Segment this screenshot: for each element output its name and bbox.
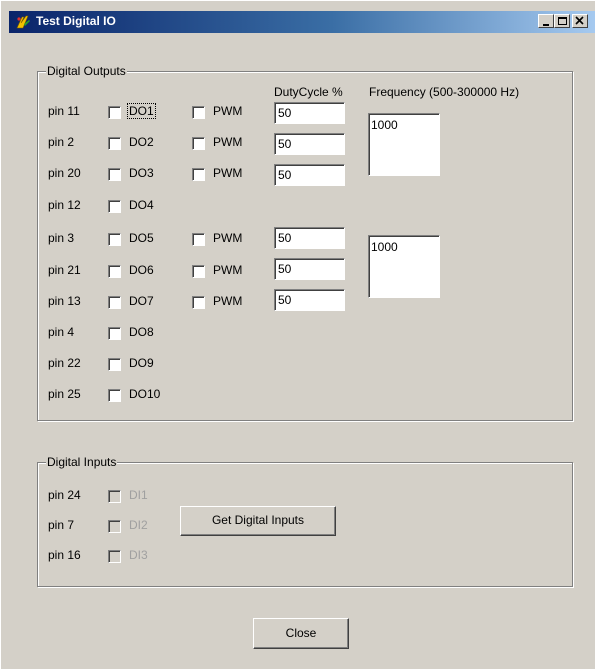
- pin-label: pin 16: [48, 548, 81, 562]
- duty-cycle-1-input[interactable]: 50: [274, 102, 345, 124]
- pwm2-label[interactable]: PWM: [213, 135, 242, 149]
- do3-label[interactable]: DO3: [129, 166, 154, 180]
- dialog-window: Test Digital IO Digital Outputs DutyCycl…: [0, 0, 595, 669]
- pin-label: pin 24: [48, 488, 81, 502]
- pwm6-label[interactable]: PWM: [213, 263, 242, 277]
- get-digital-inputs-button[interactable]: Get Digital Inputs: [180, 506, 336, 536]
- di3-label: DI3: [129, 548, 148, 562]
- pin-label: pin 13: [48, 294, 81, 308]
- maximize-button[interactable]: [554, 14, 570, 28]
- di1-checkbox[interactable]: [108, 490, 121, 503]
- do1-label[interactable]: DO1: [127, 103, 156, 119]
- do5-label[interactable]: DO5: [129, 231, 154, 245]
- di1-label: DI1: [129, 488, 148, 502]
- frequency-2-input[interactable]: 1000: [368, 235, 440, 298]
- frequency-1-input[interactable]: 1000: [368, 113, 440, 176]
- pwm6-checkbox[interactable]: [192, 265, 205, 278]
- digital-outputs-legend: Digital Outputs: [46, 64, 127, 78]
- do4-checkbox[interactable]: [108, 200, 121, 213]
- pwm3-checkbox[interactable]: [192, 168, 205, 181]
- title-bar[interactable]: Test Digital IO: [9, 11, 595, 33]
- pwm7-label[interactable]: PWM: [213, 294, 242, 308]
- pwm1-checkbox[interactable]: [192, 106, 205, 119]
- pin-label: pin 2: [48, 135, 75, 149]
- pin-label: pin 12: [48, 198, 81, 212]
- di3-checkbox[interactable]: [108, 550, 121, 563]
- pin-label: pin 7: [48, 518, 75, 532]
- do9-checkbox[interactable]: [108, 358, 121, 371]
- pin-label: pin 3: [48, 231, 75, 245]
- minimize-button[interactable]: [538, 14, 554, 28]
- digital-inputs-legend: Digital Inputs: [46, 455, 118, 469]
- pin-label: pin 4: [48, 325, 75, 339]
- do2-checkbox[interactable]: [108, 137, 121, 150]
- do6-checkbox[interactable]: [108, 265, 121, 278]
- close-icon: [575, 16, 584, 25]
- pin-label: pin 20: [48, 166, 81, 180]
- do1-checkbox[interactable]: [108, 106, 121, 119]
- frequency-header: Frequency (500-300000 Hz): [369, 85, 520, 99]
- do10-checkbox[interactable]: [108, 389, 121, 402]
- pin-label: pin 21: [48, 263, 81, 277]
- close-button[interactable]: Close: [253, 618, 349, 649]
- duty-cycle-header: DutyCycle %: [274, 85, 343, 99]
- pwm5-checkbox[interactable]: [192, 233, 205, 246]
- do8-label[interactable]: DO8: [129, 325, 154, 339]
- pwm7-checkbox[interactable]: [192, 296, 205, 309]
- pwm2-checkbox[interactable]: [192, 137, 205, 150]
- duty-cycle-7-input[interactable]: 50: [274, 289, 345, 311]
- pin-label: pin 11: [48, 104, 80, 118]
- pwm3-label[interactable]: PWM: [213, 166, 242, 180]
- pin-label: pin 25: [48, 387, 81, 401]
- do3-checkbox[interactable]: [108, 168, 121, 181]
- do7-checkbox[interactable]: [108, 296, 121, 309]
- pin-label: pin 22: [48, 356, 81, 370]
- app-icon: [15, 14, 31, 30]
- window-title: Test Digital IO: [36, 14, 116, 28]
- di2-label: DI2: [129, 518, 148, 532]
- close-window-button[interactable]: [572, 14, 588, 28]
- pwm1-label[interactable]: PWM: [213, 104, 242, 118]
- duty-cycle-2-input[interactable]: 50: [274, 133, 345, 155]
- duty-cycle-6-input[interactable]: 50: [274, 258, 345, 280]
- duty-cycle-3-input[interactable]: 50: [274, 164, 345, 186]
- do4-label[interactable]: DO4: [129, 198, 154, 212]
- duty-cycle-5-input[interactable]: 50: [274, 227, 345, 249]
- do7-label[interactable]: DO7: [129, 294, 154, 308]
- di2-checkbox[interactable]: [108, 520, 121, 533]
- pwm5-label[interactable]: PWM: [213, 231, 242, 245]
- do2-label[interactable]: DO2: [129, 135, 154, 149]
- do9-label[interactable]: DO9: [129, 356, 154, 370]
- do6-label[interactable]: DO6: [129, 263, 154, 277]
- do5-checkbox[interactable]: [108, 233, 121, 246]
- do10-label[interactable]: DO10: [129, 387, 160, 401]
- do8-checkbox[interactable]: [108, 327, 121, 340]
